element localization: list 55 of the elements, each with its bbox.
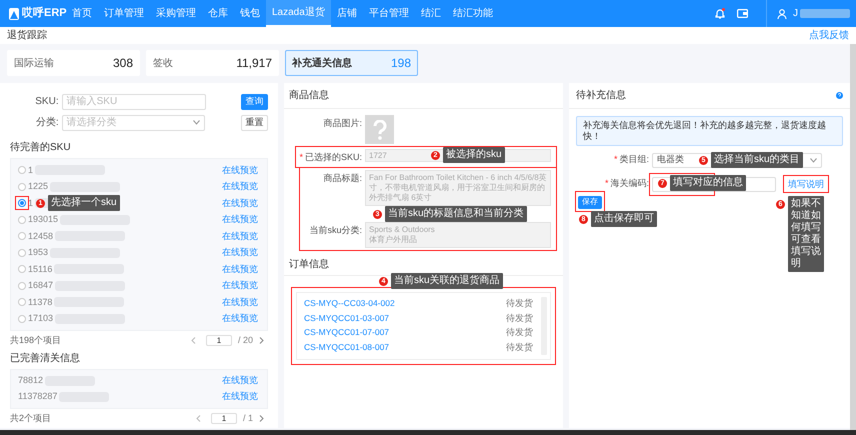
sku-text: 11378: [28, 296, 52, 308]
page-total: / 20: [238, 334, 253, 347]
annotation-tooltip: 被选择的sku: [443, 147, 505, 163]
item-count: 共198个项目: [10, 334, 62, 347]
sku-text: 78812: [18, 374, 44, 388]
field-label: 海关编码:: [610, 177, 649, 190]
annotation-tooltip: 先选择一个sku: [48, 195, 120, 211]
order-status: 待发货: [506, 312, 533, 324]
title-text-area: Fan For Bathroom Toilet Kitchen - 6 inch 4/5/6/8英寸，不带电机管道风扇，用于浴室卫生间和厨房的外壳排气扇 6英寸: [365, 170, 551, 206]
stat-value: 308: [112, 55, 133, 72]
stat-value: 11,917: [236, 55, 272, 72]
field-label: 分类:: [34, 116, 60, 130]
field-label: 当前sku分类:: [309, 224, 362, 236]
annotation-tooltip: 当前sku关联的退货商品: [391, 272, 503, 288]
panel-title: 待补充信息: [576, 88, 626, 103]
required-mark: *: [299, 151, 303, 164]
breadcrumb: 退货跟踪: [7, 28, 47, 43]
field-label: SKU:: [34, 95, 60, 109]
sku-text: 1953: [28, 246, 48, 259]
sku-text: 16847: [28, 279, 54, 292]
annotation-tooltip: 点击保存即可: [591, 211, 657, 227]
stat-label: 补充通关信息: [292, 56, 352, 70]
annotation-tooltip: 如果不知道如何填写可查看填写说明: [788, 196, 824, 272]
field-label: 类目组:: [619, 153, 649, 166]
panel-title: 商品信息: [289, 88, 329, 103]
sku-text: 193015: [28, 213, 58, 226]
required-mark: *: [604, 177, 608, 190]
sku-text: 1225: [28, 180, 48, 193]
sku-text: 17103: [28, 312, 54, 325]
annotation-tooltip: 当前sku的标题信息和当前分类: [385, 206, 527, 222]
stat-label: 签收: [153, 56, 173, 70]
logo-text: 哎呼ERP: [22, 6, 67, 22]
field-label: 已选择的SKU:: [304, 151, 362, 164]
sku-text: 11378287: [18, 390, 58, 404]
order-status: 待发货: [506, 340, 533, 354]
section-title: 待完善的SKU: [10, 140, 72, 155]
stat-label: 国际运输: [14, 56, 54, 70]
required-mark: *: [614, 153, 618, 166]
order-status: 待发货: [506, 326, 533, 339]
annotation-tooltip: 选择当前sku的类目: [711, 152, 803, 168]
sku-text: 12458: [28, 230, 54, 242]
field-label: 商品标题:: [323, 172, 362, 184]
sku-text: 15116: [28, 262, 52, 276]
panel-title: 订单信息: [289, 258, 329, 272]
section-title: 已完善清关信息: [10, 352, 81, 366]
item-count: 共2个项目: [10, 412, 52, 425]
stat-value: 198: [390, 55, 411, 72]
page-total: / 1: [242, 412, 253, 425]
order-status: 待发货: [506, 297, 533, 310]
sku-text: 1: [28, 196, 34, 210]
category-text-area: Sports & Outdoors 体育户外用品: [365, 222, 551, 248]
sku-text: 1: [28, 164, 34, 176]
info-alert: 补充海关信息将会优先退回！补充的越多越完整，退货速度越快！: [576, 116, 843, 146]
field-label: 商品图片:: [323, 117, 362, 130]
annotation-tooltip: 填写对应的信息: [670, 174, 746, 190]
